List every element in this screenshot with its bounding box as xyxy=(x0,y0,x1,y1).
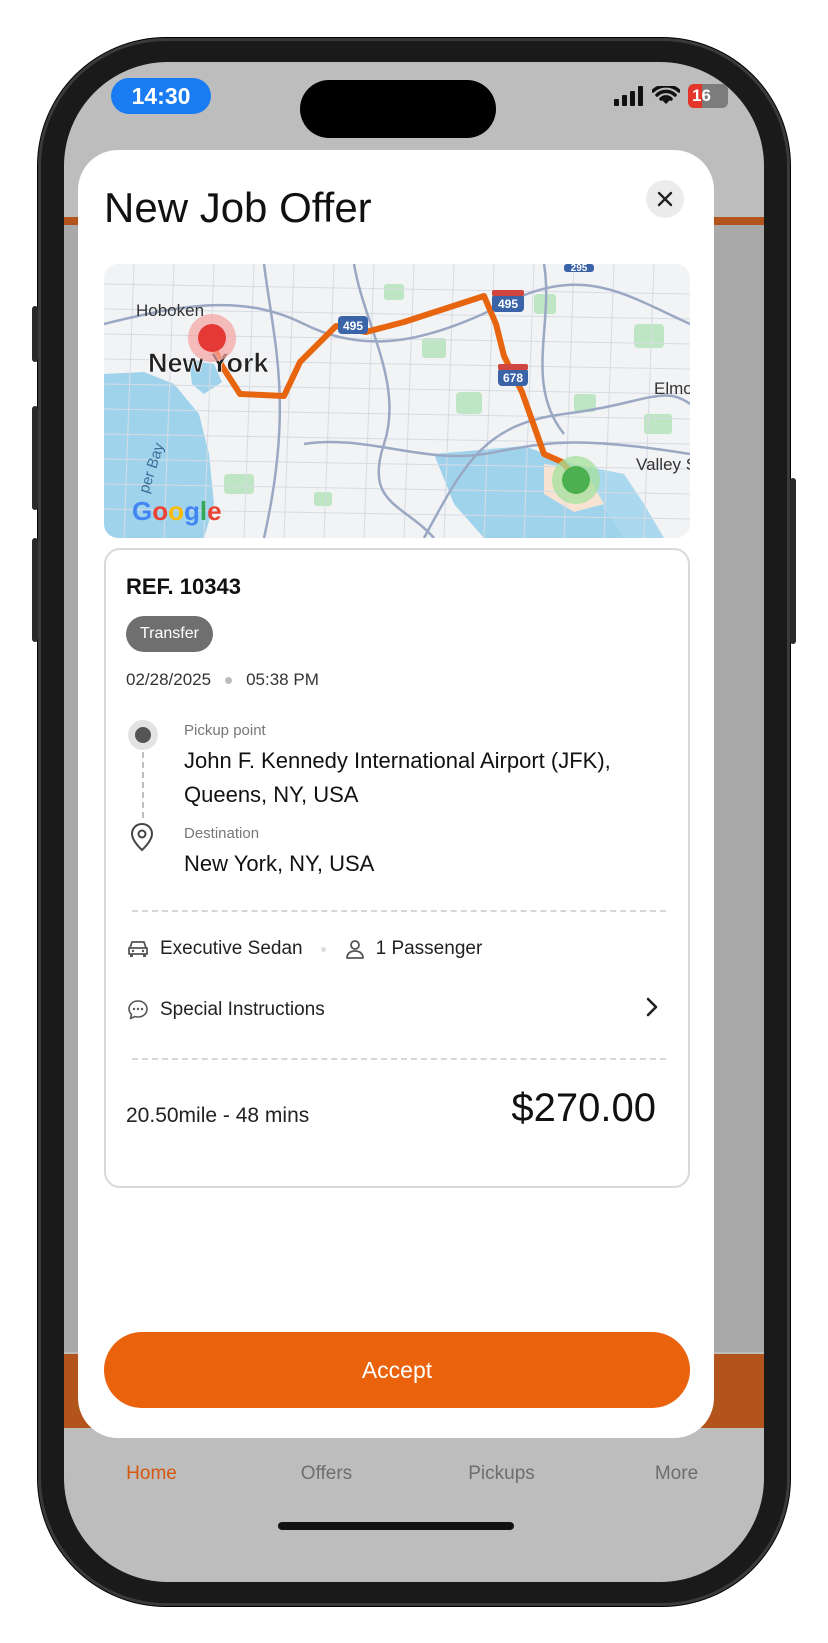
map-label-valley: Valley S xyxy=(636,455,690,474)
battery-indicator: 16 xyxy=(688,84,728,108)
pickup-marker[interactable] xyxy=(188,314,236,362)
screen: 14:30 16 New Job Offer 495 495 678 295 H… xyxy=(64,62,764,1582)
pickup-label: Pickup point xyxy=(184,722,266,739)
close-button[interactable] xyxy=(646,180,684,218)
wifi-icon xyxy=(652,86,680,104)
person-icon xyxy=(344,938,366,960)
bottom-tab-bar: Home Offers Pickups More xyxy=(64,1438,764,1518)
separator-dot xyxy=(320,946,326,952)
destination-address: New York, NY, USA xyxy=(184,851,375,876)
map-canvas: 495 495 678 295 Hoboken New York Elmo Va… xyxy=(104,264,690,538)
map-label-elmont: Elmo xyxy=(654,379,690,398)
svg-text:295: 295 xyxy=(571,264,588,274)
sheet-title: New Job Offer xyxy=(104,184,372,231)
destination-pin-icon xyxy=(130,822,154,852)
status-time: 14:30 xyxy=(111,78,211,114)
special-instructions-row[interactable]: Special Instructions xyxy=(126,998,672,1022)
job-datetime: 02/28/2025 05:38 PM xyxy=(126,670,319,690)
map-label-hoboken: Hoboken xyxy=(136,301,204,320)
special-instructions-label: Special Instructions xyxy=(160,999,325,1020)
power-button xyxy=(790,478,796,644)
vehicle-passenger-row: Executive Sedan 1 Passenger xyxy=(126,938,482,960)
highway-shield-495-east: 495 xyxy=(492,290,524,312)
passenger-count: 1 Passenger xyxy=(375,938,483,959)
mute-switch xyxy=(32,306,38,362)
destination-marker[interactable] xyxy=(552,456,600,504)
tab-pickups[interactable]: Pickups xyxy=(414,1438,589,1518)
route-connector xyxy=(142,752,144,818)
google-logo: Google xyxy=(132,496,222,526)
highway-shield-678: 678 xyxy=(498,364,528,386)
route-map[interactable]: 495 495 678 295 Hoboken New York Elmo Va… xyxy=(104,264,690,538)
divider xyxy=(132,910,666,912)
home-indicator xyxy=(278,1522,514,1530)
tab-offers[interactable]: Offers xyxy=(239,1438,414,1518)
status-icons: 16 xyxy=(614,84,728,108)
separator-dot xyxy=(225,676,233,684)
divider xyxy=(132,1058,666,1060)
tab-home[interactable]: Home xyxy=(64,1438,239,1518)
close-icon xyxy=(657,191,673,207)
vehicle-type: Executive Sedan xyxy=(160,938,303,959)
pickup-point-icon xyxy=(128,720,158,750)
highway-shield-295: 295 xyxy=(564,264,594,274)
volume-down-button xyxy=(32,538,38,642)
tab-more[interactable]: More xyxy=(589,1438,764,1518)
chat-bubble-icon xyxy=(126,998,150,1022)
destination-label: Destination xyxy=(184,825,260,842)
accept-button[interactable]: Accept xyxy=(104,1332,690,1408)
svg-text:495: 495 xyxy=(498,297,518,311)
dynamic-island xyxy=(300,80,496,138)
svg-text:495: 495 xyxy=(343,319,363,333)
job-type-badge: Transfer xyxy=(126,616,213,652)
battery-level: 16 xyxy=(692,86,711,105)
car-icon xyxy=(126,939,150,959)
volume-up-button xyxy=(32,406,38,510)
job-reference: REF. 10343 xyxy=(126,574,241,599)
svg-text:678: 678 xyxy=(503,371,523,385)
job-time: 05:38 PM xyxy=(246,670,319,689)
highway-shield-495-west: 495 xyxy=(338,316,368,334)
job-details-card: REF. 10343 Transfer 02/28/2025 05:38 PM … xyxy=(104,548,690,1188)
cellular-signal-icon xyxy=(614,86,643,106)
job-offer-sheet: New Job Offer 495 495 678 295 Hoboken Ne… xyxy=(78,150,714,1438)
chevron-right-icon[interactable] xyxy=(644,996,660,1018)
status-bar: 14:30 16 xyxy=(64,62,764,138)
pickup-address: John F. Kennedy International Airport (J… xyxy=(184,748,611,807)
distance-duration: 20.50mile - 48 mins xyxy=(126,1104,310,1127)
job-price: $270.00 xyxy=(511,1086,656,1130)
job-date: 02/28/2025 xyxy=(126,670,212,689)
